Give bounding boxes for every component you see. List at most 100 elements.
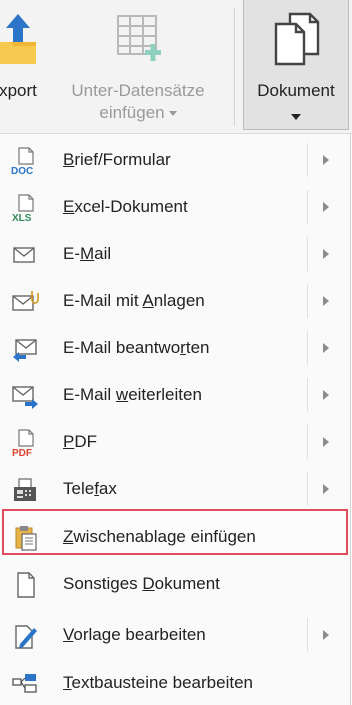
documents-icon bbox=[274, 12, 320, 66]
menu-item-label: Vorlage bearbeiten bbox=[63, 624, 206, 646]
blank-document-icon bbox=[17, 572, 35, 598]
menu-item-label: Sonstiges Dokument bbox=[63, 573, 220, 595]
menu-item-textbausteine-bearbeiten[interactable]: Textbausteine bearbeiten bbox=[0, 660, 351, 705]
label-part: orlage bearbeiten bbox=[73, 625, 206, 644]
submenu-divider bbox=[307, 143, 308, 177]
label-part: ax bbox=[98, 479, 117, 498]
table-add-icon bbox=[117, 15, 161, 61]
label-accelerator: E bbox=[63, 197, 75, 216]
label-part: Sonstiges bbox=[63, 574, 143, 593]
label-part: DF bbox=[74, 432, 98, 451]
menu-item-email[interactable]: E-Mail bbox=[0, 231, 351, 278]
doc-icon: DOC bbox=[11, 147, 34, 175]
submenu-divider bbox=[307, 425, 308, 459]
ribbon-separator bbox=[234, 8, 235, 126]
submenu-divider bbox=[307, 331, 308, 365]
label-part: E- bbox=[63, 244, 80, 263]
label-part: nlagen bbox=[153, 291, 205, 310]
label-part: Tele bbox=[63, 479, 95, 498]
edit-template-icon bbox=[15, 625, 37, 649]
chevron-down-icon bbox=[291, 114, 301, 120]
menu-item-pdf[interactable]: PDF PDF bbox=[0, 419, 351, 466]
dokument-label: Dokument bbox=[257, 81, 335, 100]
submenu-divider bbox=[307, 190, 308, 224]
submenu-divider bbox=[307, 618, 308, 652]
svg-text:XLS: XLS bbox=[12, 213, 32, 222]
label-accelerator: T bbox=[63, 673, 72, 692]
label-accelerator: V bbox=[63, 625, 74, 644]
label-accelerator: M bbox=[80, 244, 95, 263]
menu-item-sonstiges-dokument[interactable]: Sonstiges Dokument bbox=[0, 561, 351, 608]
menu-item-label: PDF bbox=[63, 431, 97, 453]
submenu-arrow-icon bbox=[323, 390, 329, 400]
label-accelerator: B bbox=[63, 150, 75, 169]
insert-subrecords-label: Unter-Datensätze einfügen bbox=[58, 80, 218, 124]
svg-text:DOC: DOC bbox=[11, 166, 33, 175]
dokument-button[interactable]: Dokument bbox=[243, 0, 349, 130]
label-part: ail bbox=[94, 244, 112, 263]
submenu-divider bbox=[307, 284, 308, 318]
menu-item-label: Telefax bbox=[63, 478, 117, 500]
label-part: E-Mail mit bbox=[63, 291, 143, 310]
label-accelerator: w bbox=[115, 385, 129, 404]
svg-text:PDF: PDF bbox=[12, 448, 32, 457]
export-button[interactable]: xport bbox=[0, 0, 48, 134]
menu-item-label: E-Mail bbox=[63, 243, 111, 265]
submenu-divider bbox=[307, 378, 308, 412]
insert-subrecords-label-line2: einfügen bbox=[58, 102, 218, 124]
label-part: xcel-Dokument bbox=[74, 197, 188, 216]
fax-icon bbox=[14, 478, 36, 501]
clipboard-icon bbox=[15, 526, 37, 551]
label-part: extbausteine bearbeiten bbox=[71, 673, 253, 692]
menu-item-label: Excel-Dokument bbox=[63, 196, 188, 218]
label-part: wischenablage einfügen bbox=[73, 527, 256, 546]
submenu-arrow-icon bbox=[323, 155, 329, 165]
menu-item-email-mit-anlagen[interactable]: E-Mail mit Anlagen bbox=[0, 278, 351, 325]
chevron-down-icon bbox=[168, 111, 177, 117]
label-part: okument bbox=[154, 574, 220, 593]
menu-item-vorlage-bearbeiten[interactable]: Vorlage bearbeiten bbox=[0, 612, 351, 659]
ribbon-toolbar: xport Unter-Datensätze einfügen Dokument bbox=[0, 0, 352, 134]
submenu-arrow-icon bbox=[323, 202, 329, 212]
submenu-divider bbox=[307, 472, 308, 506]
label-part: ten bbox=[185, 338, 210, 357]
menu-item-excel-dokument[interactable]: XLS Excel-Dokument bbox=[0, 184, 351, 231]
label-part: rief/Formular bbox=[74, 150, 171, 169]
menu-item-brief-formular[interactable]: DOC Brief/Formular bbox=[0, 137, 351, 184]
menu-item-label: Brief/Formular bbox=[63, 149, 171, 171]
export-label: xport bbox=[0, 81, 37, 100]
menu-item-label: Textbausteine bearbeiten bbox=[63, 672, 253, 694]
menu-item-zwischenablage-einfuegen[interactable]: Zwischenablage einfügen bbox=[0, 514, 351, 561]
xls-icon: XLS bbox=[12, 194, 34, 222]
insert-subrecords-button[interactable]: Unter-Datensätze einfügen bbox=[58, 0, 218, 134]
label-part: E-Mail bbox=[63, 385, 116, 404]
label-accelerator: Z bbox=[63, 527, 74, 546]
insert-subrecords-label-text: einfügen bbox=[99, 103, 165, 122]
mail-attachment-icon bbox=[12, 291, 39, 311]
menu-item-label: E-Mail mit Anlagen bbox=[63, 290, 205, 312]
label-accelerator: P bbox=[63, 432, 75, 451]
submenu-arrow-icon bbox=[323, 484, 329, 494]
submenu-arrow-icon bbox=[323, 343, 329, 353]
pdf-icon: PDF bbox=[12, 429, 34, 457]
menu-item-email-beantworten[interactable]: E-Mail beantworten bbox=[0, 325, 351, 372]
menu-item-label: E-Mail beantworten bbox=[63, 337, 209, 359]
submenu-arrow-icon bbox=[323, 296, 329, 306]
menu-item-email-weiterleiten[interactable]: E-Mail weiterleiten bbox=[0, 372, 351, 419]
label-accelerator: A bbox=[142, 291, 154, 310]
insert-subrecords-label-line1: Unter-Datensätze bbox=[71, 81, 205, 100]
menu-item-label: E-Mail weiterleiten bbox=[63, 384, 202, 406]
submenu-arrow-icon bbox=[323, 437, 329, 447]
mail-icon bbox=[13, 247, 35, 263]
menu-item-telefax[interactable]: Telefax bbox=[0, 466, 351, 513]
dokument-dropdown-menu: DOC Brief/Formular XLS Excel-Dokument E-… bbox=[0, 134, 351, 705]
submenu-divider bbox=[307, 237, 308, 271]
label-part: eiterleiten bbox=[128, 385, 202, 404]
mail-forward-icon bbox=[12, 386, 38, 409]
export-icon bbox=[0, 14, 36, 64]
label-part: E-Mail beantwo bbox=[63, 338, 181, 357]
submenu-arrow-icon bbox=[323, 249, 329, 259]
label-accelerator: D bbox=[142, 574, 155, 593]
mail-reply-icon bbox=[13, 339, 37, 362]
menu-item-label: Zwischenablage einfügen bbox=[63, 526, 256, 548]
